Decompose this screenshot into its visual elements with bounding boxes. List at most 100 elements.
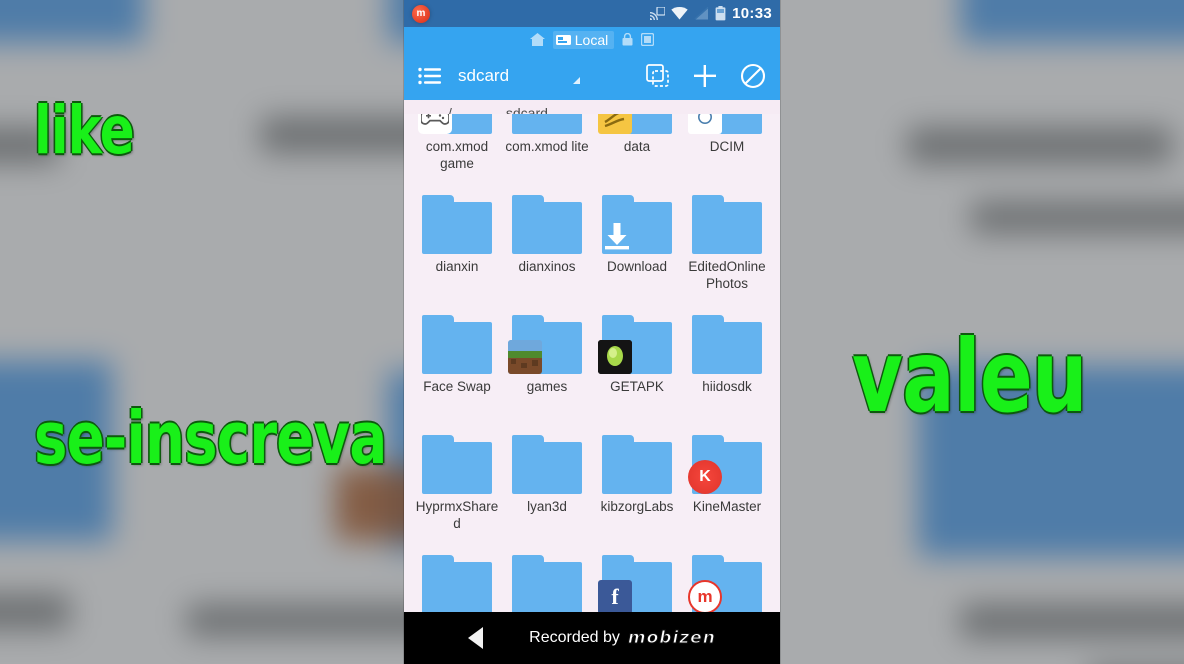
folder-item[interactable]: dianxin <box>412 190 502 310</box>
folder-label: com.xmod game <box>425 139 489 171</box>
folder-item[interactable]: data <box>592 114 682 190</box>
folder-shape <box>512 195 582 254</box>
folder-item[interactable]: HyprmxShared <box>412 430 502 550</box>
lock-icon <box>622 33 633 46</box>
folder-item[interactable]: DCIM <box>682 114 772 190</box>
camera-icon <box>688 114 722 134</box>
folder-label: lyan3d <box>527 499 567 514</box>
folder-item[interactable]: hiidosdk <box>682 310 772 430</box>
folder-icon: f <box>598 555 676 612</box>
phone-screen: m 10:33 Local sdcard / sdcard com.xmod g… <box>404 0 780 664</box>
folder-label: Face Swap <box>423 379 491 394</box>
folder-icon <box>508 195 586 256</box>
folder-item[interactable]: dianxinos <box>502 190 592 310</box>
getapk-thumbnail-icon <box>598 340 632 374</box>
storage-icon <box>555 34 571 45</box>
notification-glyph: m <box>416 8 426 19</box>
folder-icon <box>688 114 766 136</box>
add-button[interactable] <box>692 63 718 89</box>
getapk-thumbnail-icon <box>598 340 632 374</box>
list-menu-icon[interactable] <box>418 67 442 85</box>
folder-shape <box>602 435 672 494</box>
folder-icon: K <box>688 435 766 496</box>
download-arrow-icon <box>600 219 634 253</box>
folder-shape <box>422 555 492 612</box>
back-triangle-icon[interactable] <box>468 627 484 649</box>
folder-item[interactable] <box>412 550 502 612</box>
folder-item[interactable]: Face Swap <box>412 310 502 430</box>
facebook-icon: f <box>598 580 632 612</box>
wifi-icon <box>671 7 688 20</box>
badge-glyph: K <box>699 468 711 485</box>
file-grid[interactable]: com.xmod game com.xmod lite data DCIM dianxi… <box>404 114 780 612</box>
folder-item[interactable] <box>502 550 592 612</box>
gamepad-icon <box>421 114 449 125</box>
folder-item[interactable]: com.xmod lite <box>502 114 592 190</box>
folder-icon <box>508 555 586 612</box>
select-mode-button[interactable] <box>646 64 670 88</box>
yellow-file-icon <box>604 114 625 128</box>
folder-shape <box>512 435 582 494</box>
folder-icon <box>418 435 496 496</box>
battery-icon <box>715 6 726 21</box>
folder-shape <box>512 555 582 612</box>
folder-shape <box>512 114 582 134</box>
folder-shape <box>692 195 762 254</box>
folder-item[interactable]: com.xmod game <box>412 114 502 190</box>
signal-off-icon <box>694 7 709 20</box>
folder-icon <box>508 315 586 376</box>
home-icon <box>529 33 545 46</box>
tab-local[interactable]: Local <box>552 30 615 49</box>
folder-label: com.xmod lite <box>505 139 589 154</box>
folder-shape <box>422 315 492 374</box>
minecraft-thumbnail-icon <box>508 340 542 374</box>
recording-overlay: Recorded by mobizen <box>529 628 716 649</box>
folder-item[interactable]: Download <box>592 190 682 310</box>
camera-icon <box>698 114 712 124</box>
folder-icon <box>688 195 766 256</box>
folder-item[interactable]: f <box>592 550 682 612</box>
folder-shape <box>422 195 492 254</box>
folder-label: hiidosdk <box>702 379 752 394</box>
folder-label: EditedOnlinePhotos <box>688 259 766 291</box>
folder-label: data <box>623 139 651 154</box>
tab-home[interactable] <box>529 33 545 46</box>
toolbar-path-title[interactable]: sdcard <box>458 66 646 86</box>
folder-icon <box>418 555 496 612</box>
status-bar: m 10:33 <box>404 0 780 27</box>
folder-icon: m <box>688 555 766 612</box>
folder-item[interactable]: lyan3d <box>502 430 592 550</box>
folder-item[interactable]: m <box>682 550 772 612</box>
folder-icon <box>598 114 676 136</box>
folder-icon <box>418 315 496 376</box>
status-clock: 10:33 <box>732 5 772 22</box>
folder-item[interactable]: kibzorgLabs <box>592 430 682 550</box>
folder-item[interactable]: games <box>502 310 592 430</box>
folder-label: DCIM <box>709 139 745 154</box>
block-button[interactable] <box>740 63 766 89</box>
folder-icon <box>418 195 496 256</box>
folder-item[interactable]: EditedOnlinePhotos <box>682 190 772 310</box>
app-notification-icon: m <box>412 4 430 23</box>
network-icon <box>641 33 655 46</box>
tab-local-label: Local <box>574 31 609 48</box>
recorded-by-label: Recorded by <box>529 629 620 646</box>
android-nav-bar: Recorded by mobizen <box>404 612 780 664</box>
kinemaster-icon: K <box>688 460 722 494</box>
folder-label: GETAPK <box>610 379 664 394</box>
folder-item[interactable]: K KineMaster <box>682 430 772 550</box>
folder-icon <box>598 315 676 376</box>
minecraft-thumbnail-icon <box>508 340 542 374</box>
folder-icon <box>598 195 676 256</box>
mobizen-brand-label: mobizen <box>627 628 716 649</box>
gamepad-icon <box>418 114 452 134</box>
badge-glyph: m <box>697 587 713 606</box>
folder-item[interactable]: GETAPK <box>592 310 682 430</box>
tab-network[interactable] <box>641 33 655 46</box>
folder-icon <box>598 435 676 496</box>
tab-secure[interactable] <box>622 33 633 46</box>
folder-label: dianxin <box>435 259 479 274</box>
mobizen-icon: m <box>688 580 722 612</box>
folder-label: dianxinos <box>518 259 576 274</box>
caret-down-icon[interactable] <box>573 77 581 84</box>
